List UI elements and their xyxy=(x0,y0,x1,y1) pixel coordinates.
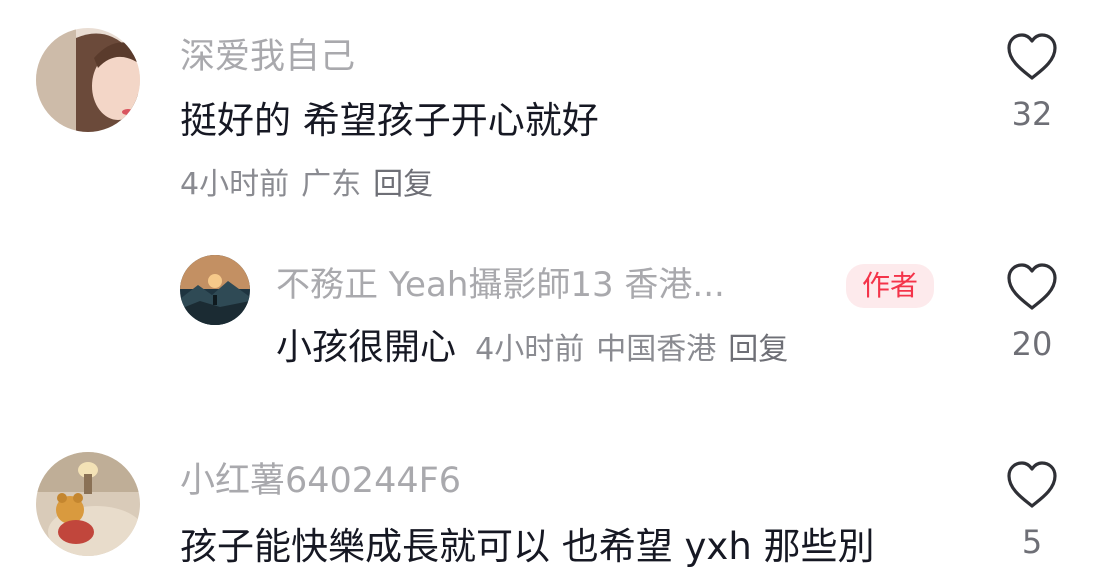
like-count: 32 xyxy=(1011,95,1053,133)
reply-meta: 4小时前 中国香港 回复 xyxy=(475,332,800,367)
reply-username[interactable]: 不務正 Yeah攝影師13 香港... xyxy=(276,268,725,302)
comment-text: 挺好的 希望孩子开心就好 xyxy=(180,99,599,142)
like-control[interactable]: 20 xyxy=(992,262,1072,360)
comment-location: 广东 xyxy=(301,167,362,202)
comment-time: 4小时前 xyxy=(180,167,290,202)
avatar-woman-icon xyxy=(36,28,140,132)
avatar[interactable] xyxy=(36,452,140,556)
reply-button[interactable]: 回复 xyxy=(373,167,433,202)
heart-icon[interactable] xyxy=(1005,460,1059,510)
comment-meta: 4小时前 广东 回复 xyxy=(180,170,445,200)
heart-icon[interactable] xyxy=(1005,32,1059,82)
like-count: 20 xyxy=(1011,325,1053,363)
like-count: 5 xyxy=(1021,523,1043,561)
reply-text-row: 小孩很開心 4小时前 中国香港 回复 xyxy=(276,330,800,366)
reply-time: 4小时前 xyxy=(475,332,585,367)
heart-icon[interactable] xyxy=(1005,262,1059,312)
comment-item: 深爱我自己 挺好的 希望孩子开心就好 4小时前 广东 回复 32 xyxy=(0,0,1098,220)
avatar[interactable] xyxy=(36,28,140,132)
reply-item: 不務正 Yeah攝影師13 香港... 作者 小孩很開心 4小时前 中国香港 回复 … xyxy=(0,230,1098,400)
avatar-bear-icon xyxy=(36,452,140,556)
avatar[interactable] xyxy=(180,255,250,325)
like-control[interactable]: 5 xyxy=(992,460,1072,558)
like-control[interactable]: 32 xyxy=(992,32,1072,130)
reply-button[interactable]: 回复 xyxy=(728,332,788,367)
avatar-mountain-icon xyxy=(180,255,250,325)
author-badge: 作者 xyxy=(846,264,935,308)
comment-item: 小红薯640244F6 孩子能快樂成長就可以 也希望 yxh 那些別 5 xyxy=(0,440,1098,582)
comment-username[interactable]: 深爱我自己 xyxy=(180,40,355,75)
comment-username[interactable]: 小红薯640244F6 xyxy=(180,464,461,499)
reply-text: 小孩很開心 xyxy=(276,327,457,368)
comment-text: 孩子能快樂成長就可以 也希望 yxh 那些別 xyxy=(180,525,875,568)
reply-location: 中国香港 xyxy=(596,332,717,367)
